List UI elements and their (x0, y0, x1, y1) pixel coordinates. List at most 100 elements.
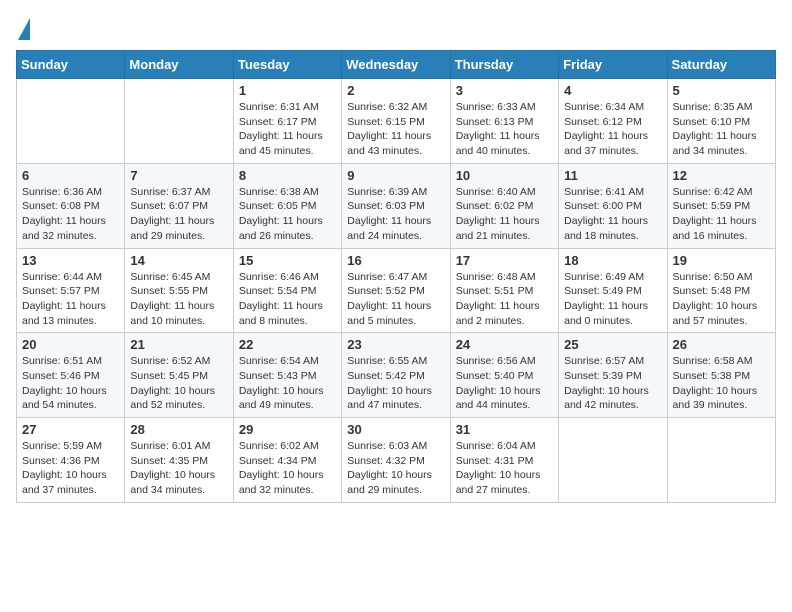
day-info: Sunrise: 6:32 AMSunset: 6:15 PMDaylight:… (347, 100, 444, 159)
day-number: 13 (22, 253, 119, 268)
day-number: 23 (347, 337, 444, 352)
day-info: Sunrise: 6:35 AMSunset: 6:10 PMDaylight:… (673, 100, 770, 159)
day-of-week-header: Thursday (450, 51, 558, 79)
day-of-week-header: Sunday (17, 51, 125, 79)
day-info: Sunrise: 5:59 AMSunset: 4:36 PMDaylight:… (22, 439, 119, 498)
calendar-week-row: 27 Sunrise: 5:59 AMSunset: 4:36 PMDayligh… (17, 418, 776, 503)
calendar-day-cell: 22 Sunrise: 6:54 AMSunset: 5:43 PMDayligh… (233, 333, 341, 418)
day-number: 12 (673, 168, 770, 183)
calendar-day-cell: 17 Sunrise: 6:48 AMSunset: 5:51 PMDayligh… (450, 248, 558, 333)
day-number: 15 (239, 253, 336, 268)
day-of-week-header: Tuesday (233, 51, 341, 79)
day-info: Sunrise: 6:49 AMSunset: 5:49 PMDaylight:… (564, 270, 661, 329)
calendar-day-cell (559, 418, 667, 503)
calendar-day-cell: 24 Sunrise: 6:56 AMSunset: 5:40 PMDayligh… (450, 333, 558, 418)
day-number: 2 (347, 83, 444, 98)
day-info: Sunrise: 6:40 AMSunset: 6:02 PMDaylight:… (456, 185, 553, 244)
calendar-day-cell (125, 79, 233, 164)
calendar-day-cell: 9 Sunrise: 6:39 AMSunset: 6:03 PMDaylight… (342, 163, 450, 248)
calendar-day-cell: 28 Sunrise: 6:01 AMSunset: 4:35 PMDayligh… (125, 418, 233, 503)
calendar-day-cell: 12 Sunrise: 6:42 AMSunset: 5:59 PMDayligh… (667, 163, 775, 248)
calendar-day-cell: 21 Sunrise: 6:52 AMSunset: 5:45 PMDayligh… (125, 333, 233, 418)
day-number: 4 (564, 83, 661, 98)
day-number: 27 (22, 422, 119, 437)
calendar-day-cell: 7 Sunrise: 6:37 AMSunset: 6:07 PMDaylight… (125, 163, 233, 248)
day-info: Sunrise: 6:33 AMSunset: 6:13 PMDaylight:… (456, 100, 553, 159)
day-info: Sunrise: 6:48 AMSunset: 5:51 PMDaylight:… (456, 270, 553, 329)
day-of-week-header: Friday (559, 51, 667, 79)
day-info: Sunrise: 6:38 AMSunset: 6:05 PMDaylight:… (239, 185, 336, 244)
day-number: 28 (130, 422, 227, 437)
calendar-week-row: 13 Sunrise: 6:44 AMSunset: 5:57 PMDayligh… (17, 248, 776, 333)
calendar-day-cell: 27 Sunrise: 5:59 AMSunset: 4:36 PMDayligh… (17, 418, 125, 503)
logo (16, 16, 30, 40)
calendar-day-cell: 1 Sunrise: 6:31 AMSunset: 6:17 PMDaylight… (233, 79, 341, 164)
day-number: 5 (673, 83, 770, 98)
day-info: Sunrise: 6:03 AMSunset: 4:32 PMDaylight:… (347, 439, 444, 498)
calendar-day-cell: 3 Sunrise: 6:33 AMSunset: 6:13 PMDaylight… (450, 79, 558, 164)
day-info: Sunrise: 6:50 AMSunset: 5:48 PMDaylight:… (673, 270, 770, 329)
day-of-week-header: Saturday (667, 51, 775, 79)
day-number: 22 (239, 337, 336, 352)
logo-triangle-icon (18, 18, 30, 40)
calendar-day-cell: 5 Sunrise: 6:35 AMSunset: 6:10 PMDaylight… (667, 79, 775, 164)
day-info: Sunrise: 6:45 AMSunset: 5:55 PMDaylight:… (130, 270, 227, 329)
day-info: Sunrise: 6:37 AMSunset: 6:07 PMDaylight:… (130, 185, 227, 244)
day-number: 6 (22, 168, 119, 183)
calendar-week-row: 1 Sunrise: 6:31 AMSunset: 6:17 PMDaylight… (17, 79, 776, 164)
day-number: 20 (22, 337, 119, 352)
day-info: Sunrise: 6:47 AMSunset: 5:52 PMDaylight:… (347, 270, 444, 329)
day-info: Sunrise: 6:44 AMSunset: 5:57 PMDaylight:… (22, 270, 119, 329)
calendar-day-cell: 29Sunrise: 6:02 AMSunset: 4:34 PMDayligh… (233, 418, 341, 503)
calendar-day-cell: 8 Sunrise: 6:38 AMSunset: 6:05 PMDaylight… (233, 163, 341, 248)
day-of-week-header: Monday (125, 51, 233, 79)
calendar-day-cell: 18 Sunrise: 6:49 AMSunset: 5:49 PMDayligh… (559, 248, 667, 333)
day-info: Sunrise: 6:31 AMSunset: 6:17 PMDaylight:… (239, 100, 336, 159)
day-number: 21 (130, 337, 227, 352)
day-info: Sunrise: 6:36 AMSunset: 6:08 PMDaylight:… (22, 185, 119, 244)
day-number: 24 (456, 337, 553, 352)
day-info: Sunrise: 6:58 AMSunset: 5:38 PMDaylight:… (673, 354, 770, 413)
day-number: 8 (239, 168, 336, 183)
day-info: Sunrise: 6:51 AMSunset: 5:46 PMDaylight:… (22, 354, 119, 413)
calendar-day-cell: 4 Sunrise: 6:34 AMSunset: 6:12 PMDaylight… (559, 79, 667, 164)
day-number: 11 (564, 168, 661, 183)
day-info: Sunrise: 6:04 AMSunset: 4:31 PMDaylight:… (456, 439, 553, 498)
day-number: 26 (673, 337, 770, 352)
day-info: Sunrise: 6:42 AMSunset: 5:59 PMDaylight:… (673, 185, 770, 244)
day-info: Sunrise: 6:56 AMSunset: 5:40 PMDaylight:… (456, 354, 553, 413)
day-info: Sunrise: 6:34 AMSunset: 6:12 PMDaylight:… (564, 100, 661, 159)
day-of-week-header: Wednesday (342, 51, 450, 79)
day-number: 17 (456, 253, 553, 268)
day-number: 1 (239, 83, 336, 98)
calendar-day-cell: 20 Sunrise: 6:51 AMSunset: 5:46 PMDayligh… (17, 333, 125, 418)
day-info: Sunrise: 6:54 AMSunset: 5:43 PMDaylight:… (239, 354, 336, 413)
calendar-day-cell: 14 Sunrise: 6:45 AMSunset: 5:55 PMDayligh… (125, 248, 233, 333)
calendar-day-cell: 16Sunrise: 6:47 AMSunset: 5:52 PMDayligh… (342, 248, 450, 333)
calendar-day-cell: 10 Sunrise: 6:40 AMSunset: 6:02 PMDayligh… (450, 163, 558, 248)
calendar-week-row: 6 Sunrise: 6:36 AMSunset: 6:08 PMDaylight… (17, 163, 776, 248)
day-number: 14 (130, 253, 227, 268)
day-number: 7 (130, 168, 227, 183)
day-info: Sunrise: 6:41 AMSunset: 6:00 PMDaylight:… (564, 185, 661, 244)
day-number: 3 (456, 83, 553, 98)
calendar-day-cell (667, 418, 775, 503)
calendar-week-row: 20 Sunrise: 6:51 AMSunset: 5:46 PMDayligh… (17, 333, 776, 418)
day-info: Sunrise: 6:55 AMSunset: 5:42 PMDaylight:… (347, 354, 444, 413)
day-number: 29 (239, 422, 336, 437)
day-number: 10 (456, 168, 553, 183)
day-info: Sunrise: 6:46 AMSunset: 5:54 PMDaylight:… (239, 270, 336, 329)
calendar-day-cell: 13 Sunrise: 6:44 AMSunset: 5:57 PMDayligh… (17, 248, 125, 333)
calendar-day-cell (17, 79, 125, 164)
calendar-day-cell: 6 Sunrise: 6:36 AMSunset: 6:08 PMDaylight… (17, 163, 125, 248)
day-info: Sunrise: 6:52 AMSunset: 5:45 PMDaylight:… (130, 354, 227, 413)
day-number: 9 (347, 168, 444, 183)
day-info: Sunrise: 6:01 AMSunset: 4:35 PMDaylight:… (130, 439, 227, 498)
calendar-day-cell: 2 Sunrise: 6:32 AMSunset: 6:15 PMDaylight… (342, 79, 450, 164)
day-number: 18 (564, 253, 661, 268)
day-info: Sunrise: 6:39 AMSunset: 6:03 PMDaylight:… (347, 185, 444, 244)
day-number: 19 (673, 253, 770, 268)
calendar-day-cell: 30Sunrise: 6:03 AMSunset: 4:32 PMDayligh… (342, 418, 450, 503)
day-number: 31 (456, 422, 553, 437)
page: SundayMondayTuesdayWednesdayThursdayFrid… (0, 0, 792, 513)
